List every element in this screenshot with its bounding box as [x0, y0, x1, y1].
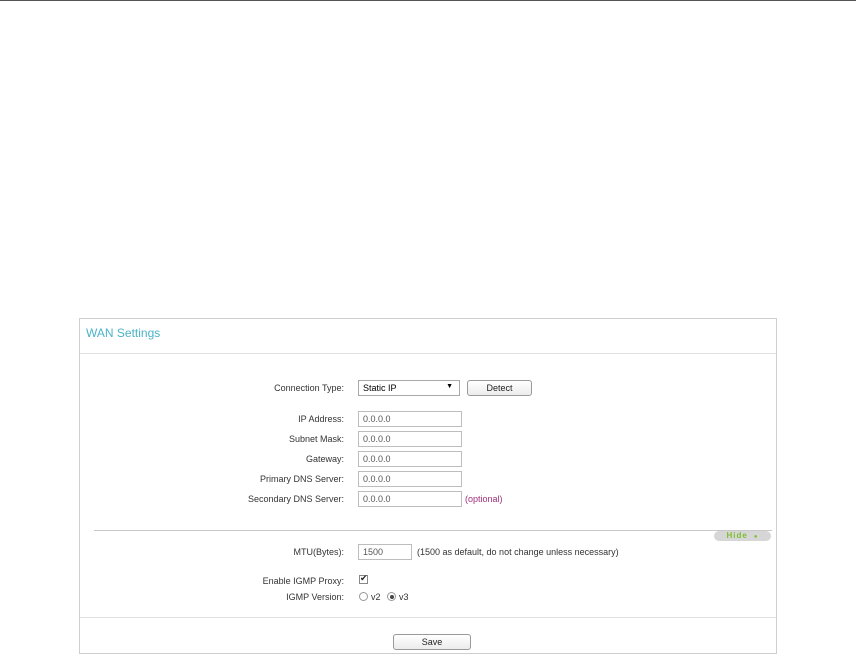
- hide-advanced-toggle[interactable]: Hide ●: [714, 531, 771, 541]
- igmp-v2-label: v2: [371, 592, 381, 602]
- primary-dns-label: Primary DNS Server:: [259, 474, 344, 484]
- connection-type-value: Static IP: [363, 383, 397, 393]
- secondary-dns-input[interactable]: [358, 491, 462, 507]
- detect-button[interactable]: Detect: [467, 380, 532, 396]
- connection-type-row: Connection Type: Static IP ▼ Detect: [80, 380, 776, 398]
- primary-dns-input[interactable]: [358, 471, 462, 487]
- subnet-mask-input[interactable]: [358, 431, 462, 447]
- connection-type-select[interactable]: Static IP ▼: [358, 380, 460, 396]
- igmp-version-label: IGMP Version:: [286, 592, 344, 602]
- primary-dns-row: Primary DNS Server:: [80, 471, 776, 489]
- connection-type-label: Connection Type:: [274, 383, 344, 393]
- igmp-proxy-label: Enable IGMP Proxy:: [262, 576, 344, 586]
- gateway-input[interactable]: [358, 451, 462, 467]
- mtu-row: MTU(Bytes): (1500 as default, do not cha…: [80, 544, 776, 562]
- optional-note: (optional): [465, 494, 503, 504]
- igmp-v2-radio[interactable]: [359, 592, 368, 601]
- checkmark-icon: ✔: [360, 573, 368, 583]
- panel-footer: Save: [80, 617, 776, 653]
- secondary-dns-label: Secondary DNS Server:: [247, 494, 344, 504]
- subnet-mask-label: Subnet Mask:: [288, 434, 344, 444]
- subnet-mask-row: Subnet Mask:: [80, 431, 776, 449]
- ip-address-label: IP Address:: [298, 414, 344, 424]
- mtu-hint: (1500 as default, do not change unless n…: [417, 547, 619, 557]
- mtu-label: MTU(Bytes):: [293, 547, 345, 557]
- gateway-label: Gateway:: [305, 454, 344, 464]
- igmp-v3-label: v3: [399, 592, 409, 602]
- igmp-proxy-checkbox[interactable]: ✔: [359, 573, 368, 584]
- ip-address-row: IP Address:: [80, 411, 776, 429]
- mtu-input[interactable]: [358, 544, 412, 560]
- collapse-icon: ●: [753, 534, 759, 540]
- panel-title: WAN Settings: [86, 326, 161, 340]
- igmp-v3-radio[interactable]: [387, 592, 396, 601]
- hide-label: Hide: [726, 531, 748, 540]
- top-rule: [0, 0, 856, 1]
- advanced-divider: [94, 530, 772, 531]
- gateway-row: Gateway:: [80, 451, 776, 469]
- secondary-dns-row: Secondary DNS Server: (optional): [80, 491, 776, 509]
- chevron-down-icon: ▼: [446, 383, 453, 390]
- wan-settings-panel: WAN Settings Connection Type: Static IP …: [79, 318, 777, 654]
- ip-address-input[interactable]: [358, 411, 462, 427]
- panel-header: WAN Settings: [80, 319, 776, 354]
- save-button[interactable]: Save: [393, 634, 471, 650]
- igmp-version-row: IGMP Version: v2 v3: [80, 589, 776, 607]
